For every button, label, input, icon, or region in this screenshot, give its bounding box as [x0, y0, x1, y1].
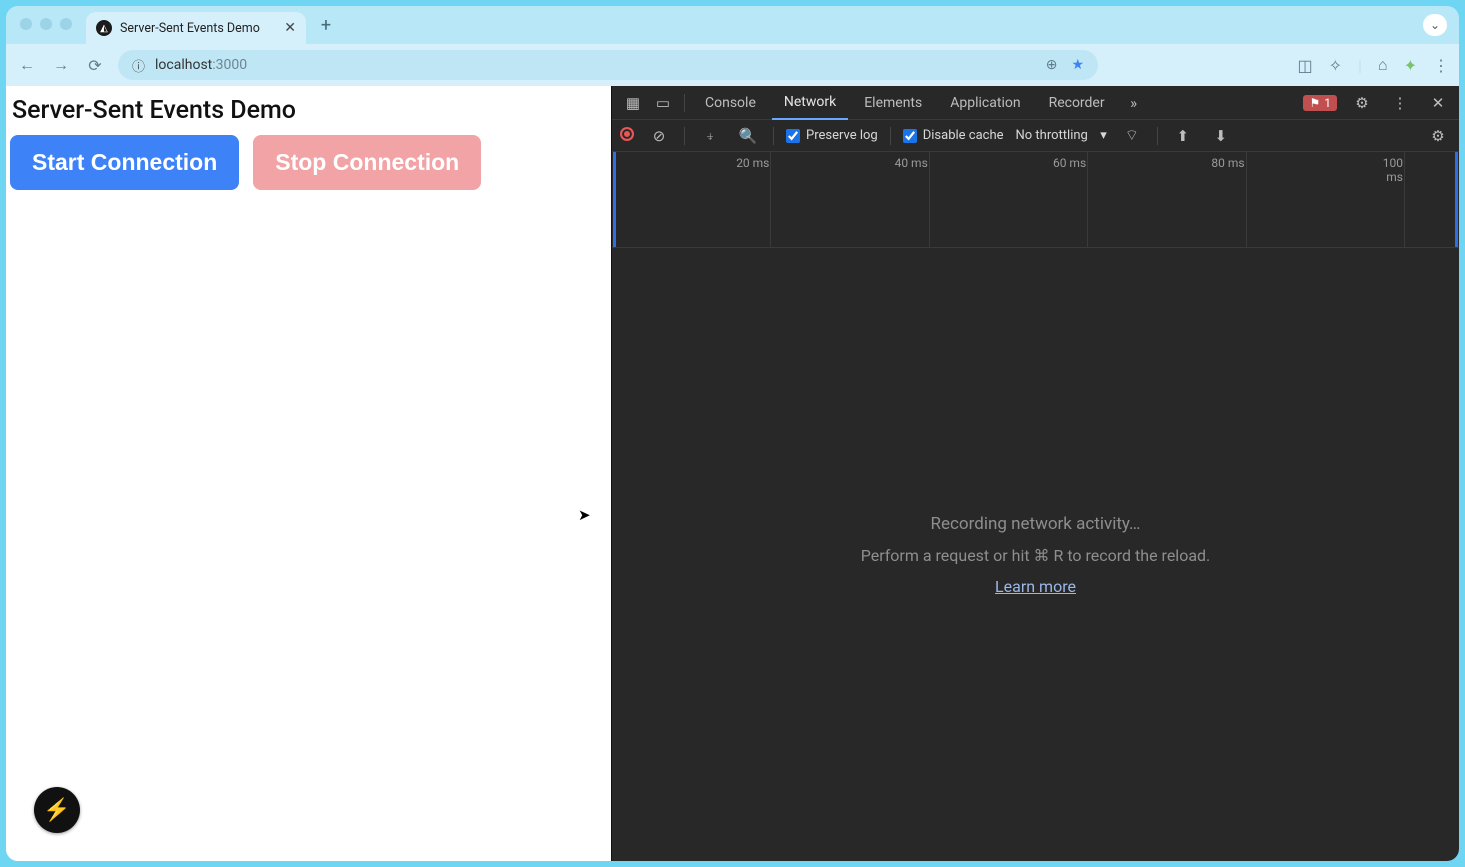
browser-window: ◭ Server-Sent Events Demo ✕ + ⌄ ← → ⟳ ⓘ … [6, 6, 1459, 861]
tab-title: Server-Sent Events Demo [120, 21, 260, 36]
tick-label: 40 ms [890, 156, 928, 170]
network-toolbar: ⊘ ⍖ 🔍 Preserve log Disable cache No thro… [612, 120, 1459, 152]
cursor-icon: ➤ [578, 506, 591, 524]
content-row: Server-Sent Events Demo Start Connection… [6, 86, 1459, 861]
tab-recorder[interactable]: Recorder [1037, 87, 1117, 119]
disable-cache-checkbox[interactable]: Disable cache [903, 128, 1004, 143]
lightning-icon[interactable]: ⚡ [34, 787, 80, 833]
zoom-icon[interactable]: ⊕ [1046, 57, 1058, 73]
upload-icon[interactable]: ⬆ [1170, 127, 1196, 145]
inspect-icon[interactable]: ▦ [620, 94, 646, 112]
menu-icon[interactable]: ⋮ [1433, 56, 1449, 75]
preserve-log-checkbox[interactable]: Preserve log [786, 128, 878, 143]
close-tab-icon[interactable]: ✕ [284, 20, 296, 36]
tab-network[interactable]: Network [772, 86, 848, 120]
bookmark-icon[interactable]: ★ [1071, 57, 1084, 73]
network-settings-icon[interactable]: ⚙ [1425, 127, 1451, 145]
forward-button[interactable]: → [50, 55, 72, 75]
expand-tabs-button[interactable]: ⌄ [1423, 14, 1447, 36]
stop-connection-button[interactable]: Stop Connection [253, 135, 481, 190]
tab-console[interactable]: Console [693, 87, 768, 119]
devtools-tabrow: ▦ ▭ Console Network Elements Application… [612, 86, 1459, 120]
address-bar[interactable]: ⓘ localhost:3000 ⊕ ★ [118, 50, 1098, 80]
close-window-icon[interactable] [20, 18, 32, 30]
tick-label: 60 ms [1048, 156, 1086, 170]
close-devtools-icon[interactable]: ✕ [1425, 94, 1451, 112]
more-tabs-icon[interactable]: » [1121, 94, 1147, 112]
empty-line2: Perform a request or hit ⌘ R to record t… [861, 546, 1211, 565]
puzzle-icon[interactable]: ✦ [1404, 56, 1417, 75]
issues-badge[interactable]: ⚑ 1 [1303, 95, 1337, 111]
back-button[interactable]: ← [16, 55, 38, 75]
tab-elements[interactable]: Elements [852, 87, 934, 119]
site-info-icon[interactable]: ⓘ [132, 56, 145, 75]
timeline-marker-end [1455, 152, 1458, 247]
minimize-window-icon[interactable] [40, 18, 52, 30]
timeline-marker-start [613, 152, 616, 247]
record-button[interactable] [620, 127, 634, 145]
tick-label: 80 ms [1207, 156, 1245, 170]
tab-application[interactable]: Application [938, 87, 1032, 119]
share-icon[interactable]: ◫ [1297, 56, 1312, 75]
empty-line1: Recording network activity… [931, 514, 1141, 534]
window-controls [20, 18, 72, 30]
start-connection-button[interactable]: Start Connection [10, 135, 239, 190]
page-content: Server-Sent Events Demo Start Connection… [6, 86, 611, 861]
device-toggle-icon[interactable]: ▭ [650, 94, 676, 112]
tick-label: 100 ms [1365, 156, 1403, 184]
search-icon[interactable]: 🔍 [735, 127, 761, 145]
leaf-icon[interactable]: ⌂ [1378, 55, 1388, 75]
browser-tab[interactable]: ◭ Server-Sent Events Demo ✕ [86, 12, 306, 44]
filter-icon[interactable]: ⍖ [697, 127, 723, 145]
page-title: Server-Sent Events Demo [12, 96, 605, 125]
network-empty-state: Recording network activity… Perform a re… [612, 248, 1459, 861]
browser-toolbar: ← → ⟳ ⓘ localhost:3000 ⊕ ★ ◫ ✧ | ⌂ ✦ ⋮ [6, 44, 1459, 86]
new-tab-button[interactable]: + [312, 15, 340, 36]
settings-icon[interactable]: ⚙ [1349, 94, 1375, 112]
download-icon[interactable]: ⬇ [1208, 127, 1234, 145]
clear-icon[interactable]: ⊘ [646, 127, 672, 145]
devtools-panel: ▦ ▭ Console Network Elements Application… [611, 86, 1459, 861]
reload-button[interactable]: ⟳ [84, 56, 106, 75]
throttling-select[interactable]: No throttling ▾ [1016, 128, 1107, 143]
maximize-window-icon[interactable] [60, 18, 72, 30]
tick-label: 20 ms [731, 156, 769, 170]
kebab-icon[interactable]: ⋮ [1387, 94, 1413, 112]
tab-strip: ◭ Server-Sent Events Demo ✕ + ⌄ [6, 6, 1459, 44]
learn-more-link[interactable]: Learn more [995, 577, 1076, 596]
extensions-icon[interactable]: ✧ [1329, 56, 1342, 75]
timeline-ruler[interactable]: 20 ms 40 ms 60 ms 80 ms 100 ms [612, 152, 1459, 248]
url-host: localhost:3000 [155, 57, 247, 73]
favicon-icon: ◭ [96, 20, 112, 36]
wifi-icon[interactable]: ⌔ [1119, 126, 1145, 145]
